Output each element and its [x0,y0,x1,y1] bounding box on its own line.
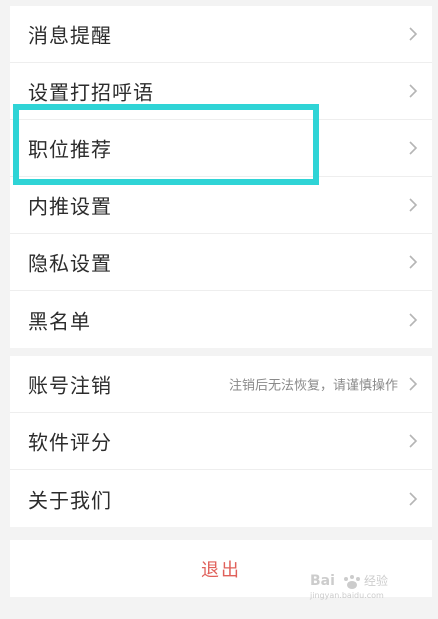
settings-item-label: 黑名单 [28,309,91,333]
chevron-right-icon [409,255,418,269]
svg-text:jingyan.baidu.com: jingyan.baidu.com [309,591,384,600]
settings-item-label: 软件评分 [28,430,112,455]
settings-item-label: 关于我们 [28,488,112,512]
settings-screen: 消息提醒 设置打招呼语 职位推荐 内推设置 隐私设置 黑名单 账号注销 注销后无… [10,0,432,619]
chevron-right-icon [409,198,418,212]
settings-item-label: 内推设置 [28,194,112,219]
chevron-right-icon [409,141,418,155]
settings-item-label: 职位推荐 [28,137,112,162]
settings-group-account: 账号注销 注销后无法恢复，请谨慎操作 软件评分 关于我们 [10,356,432,527]
chevron-right-icon [409,84,418,98]
baidu-watermark-logo: Bai 经验 jingyan.baidu.com [309,573,388,600]
settings-item-referral[interactable]: 内推设置 [10,177,432,234]
settings-item-privacy[interactable]: 隐私设置 [10,234,432,291]
settings-item-label: 隐私设置 [28,251,112,276]
settings-item-account-cancel[interactable]: 账号注销 注销后无法恢复，请谨慎操作 [10,356,432,413]
settings-item-greeting[interactable]: 设置打招呼语 [10,63,432,120]
account-cancel-hint: 注销后无法恢复，请谨慎操作 [228,378,398,394]
svg-text:经验: 经验 [364,573,388,588]
settings-item-label: 账号注销 [28,373,112,398]
chevron-right-icon [409,491,418,506]
settings-group-primary: 消息提醒 设置打招呼语 职位推荐 内推设置 隐私设置 黑名单 [10,6,432,348]
settings-item-label: 设置打招呼语 [28,80,154,105]
settings-item-label: 消息提醒 [28,23,112,48]
settings-item-blacklist[interactable]: 黑名单 [10,291,432,348]
logout-label: 退出 [201,559,241,581]
chevron-right-icon [409,434,418,448]
chevron-right-icon [409,27,418,41]
settings-item-rate-app[interactable]: 软件评分 [10,413,432,470]
settings-item-job-recommendation[interactable]: 职位推荐 [10,120,432,177]
settings-item-message-reminder[interactable]: 消息提醒 [10,6,432,63]
chevron-right-icon [409,377,418,391]
chevron-right-icon [409,312,418,327]
svg-text:Bai: Bai [310,573,335,589]
settings-item-about-us[interactable]: 关于我们 [10,470,432,527]
